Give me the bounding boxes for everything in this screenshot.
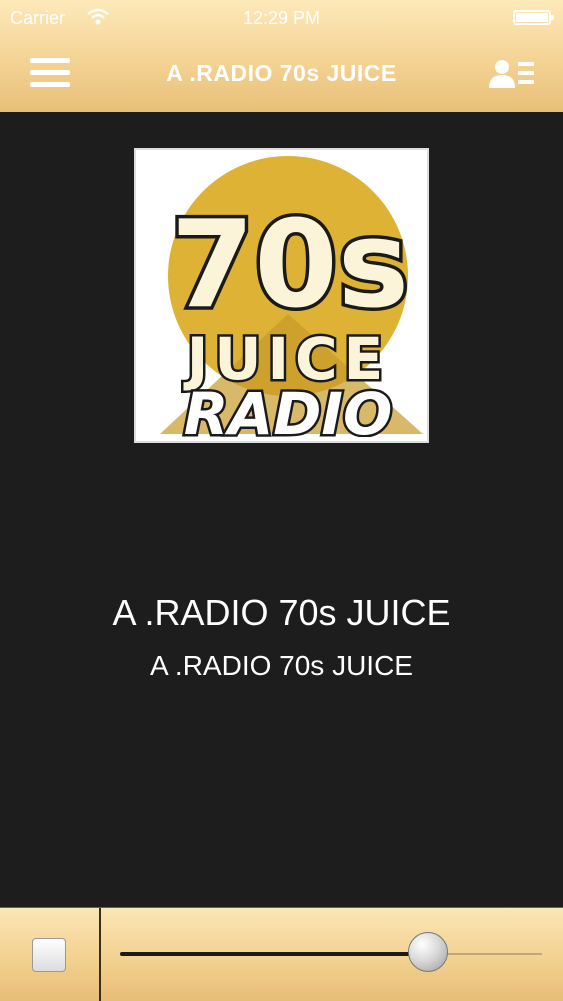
page-title: A .RADIO 70s JUICE [166,60,397,86]
volume-slider[interactable] [120,932,542,972]
status-bar: Carrier 12:29 PM [0,0,563,38]
now-playing-subtitle: A .RADIO 70s JUICE [150,650,413,681]
logo-text-radio: RADIO [184,380,393,437]
main-content: 70s JUICE RADIO A .RADIO 70s JUICE A .RA… [0,112,563,907]
header-bar: Carrier 12:29 PM A .RADIO 70s JUICE [0,0,563,112]
station-logo: 70s JUICE RADIO [134,148,429,443]
contact-list-icon [489,60,534,88]
volume-slider-fill [120,952,428,956]
logo-text-70s: 70s [171,196,409,335]
volume-slider-thumb[interactable] [408,932,448,972]
battery-icon [513,10,554,25]
player-divider [99,908,101,1001]
contact-button[interactable] [489,58,535,92]
player-bar [0,907,563,1001]
clock: 12:29 PM [242,8,321,28]
stop-button[interactable] [32,938,66,972]
navigation-bar: A .RADIO 70s JUICE [0,38,563,112]
now-playing-title: A .RADIO 70s JUICE [112,592,451,633]
